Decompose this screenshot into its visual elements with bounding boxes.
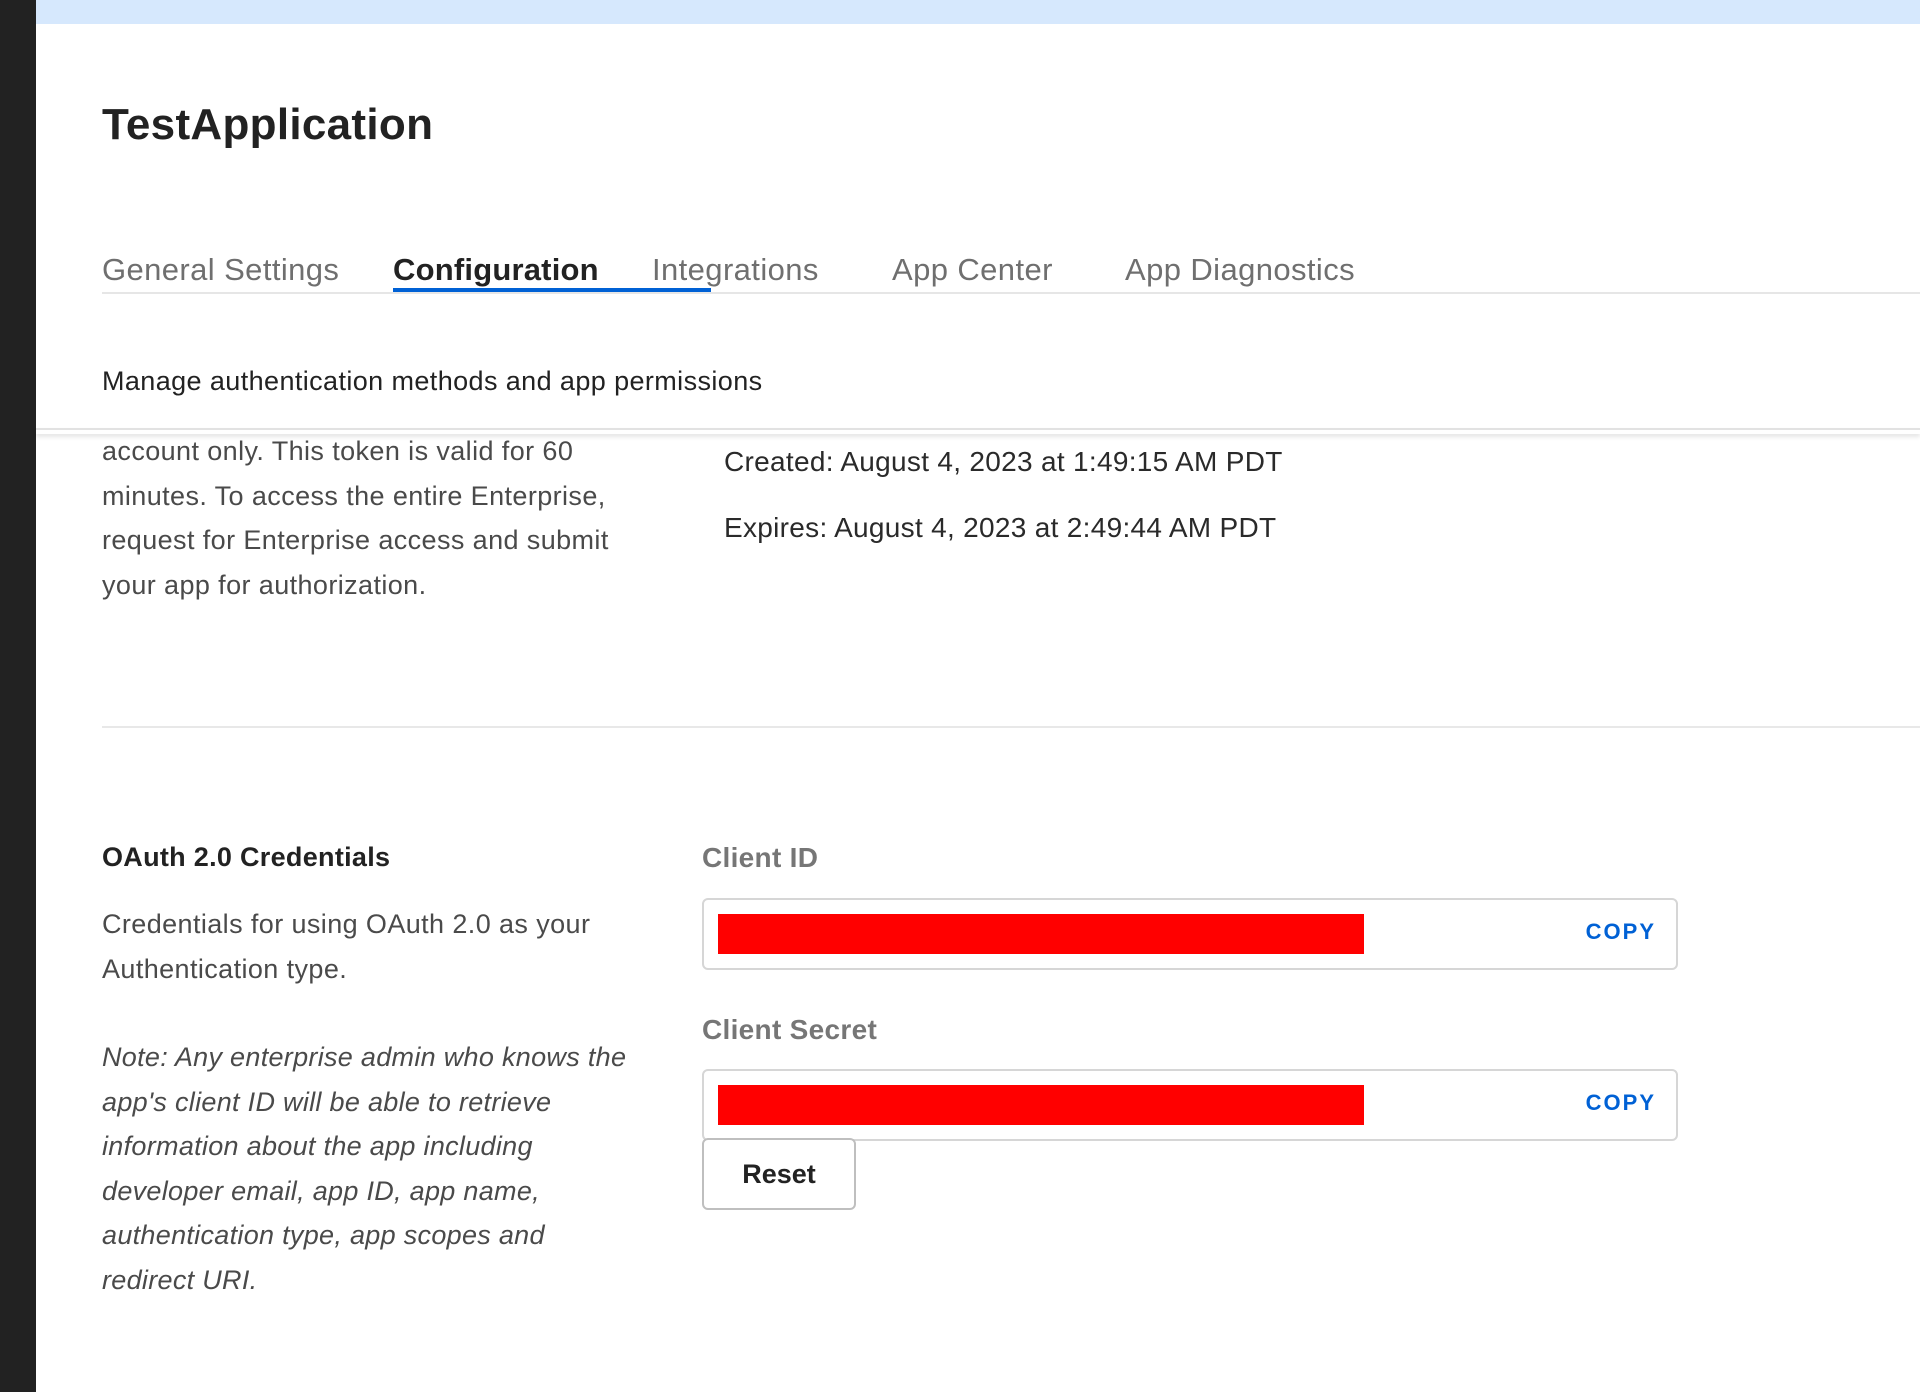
token-expires-date: Expires: August 4, 2023 at 2:49:44 AM PD…	[724, 512, 1277, 543]
client-secret-field[interactable]: COPY	[702, 1069, 1678, 1141]
section-divider	[102, 726, 1920, 728]
browser-top-strip	[0, 0, 1920, 24]
app-title: TestApplication	[102, 100, 434, 149]
tab-configuration[interactable]: Configuration	[393, 252, 599, 288]
client-secret-label: Client Secret	[702, 1014, 878, 1045]
tab-general-settings[interactable]: General Settings	[102, 252, 339, 288]
client-secret-redacted-value	[718, 1085, 1364, 1125]
tab-bar: General Settings Configuration Integrati…	[102, 224, 1920, 294]
client-id-label: Client ID	[702, 842, 819, 873]
client-id-field[interactable]: COPY	[702, 898, 1678, 970]
token-created-date: Created: August 4, 2023 at 1:49:15 AM PD…	[724, 446, 1283, 477]
copy-client-secret-button[interactable]: COPY	[1586, 1090, 1656, 1116]
tab-integrations[interactable]: Integrations	[652, 252, 819, 288]
oauth-section-note: Note: Any enterprise admin who knows the…	[102, 1042, 627, 1295]
developer-token-description: account only. This token is valid for 60…	[102, 436, 609, 600]
oauth-section-title: OAuth 2.0 Credentials	[102, 842, 391, 872]
developer-token-dates: Created: August 4, 2023 at 1:49:15 AM PD…	[724, 446, 1283, 578]
app-configuration-page: TestApplication General Settings Configu…	[36, 24, 1920, 1392]
tab-app-diagnostics[interactable]: App Diagnostics	[1125, 252, 1355, 288]
oauth-section-description: Credentials for using OAuth 2.0 as your …	[102, 909, 591, 984]
active-tab-indicator	[393, 288, 711, 292]
sticky-header-separator	[36, 428, 1920, 434]
tab-app-center[interactable]: App Center	[892, 252, 1053, 288]
left-sidebar-rail	[0, 0, 36, 1392]
copy-client-id-button[interactable]: COPY	[1586, 919, 1656, 945]
client-id-redacted-value	[718, 914, 1364, 954]
reset-secret-button[interactable]: Reset	[702, 1138, 856, 1210]
page-subtitle: Manage authentication methods and app pe…	[102, 366, 763, 396]
